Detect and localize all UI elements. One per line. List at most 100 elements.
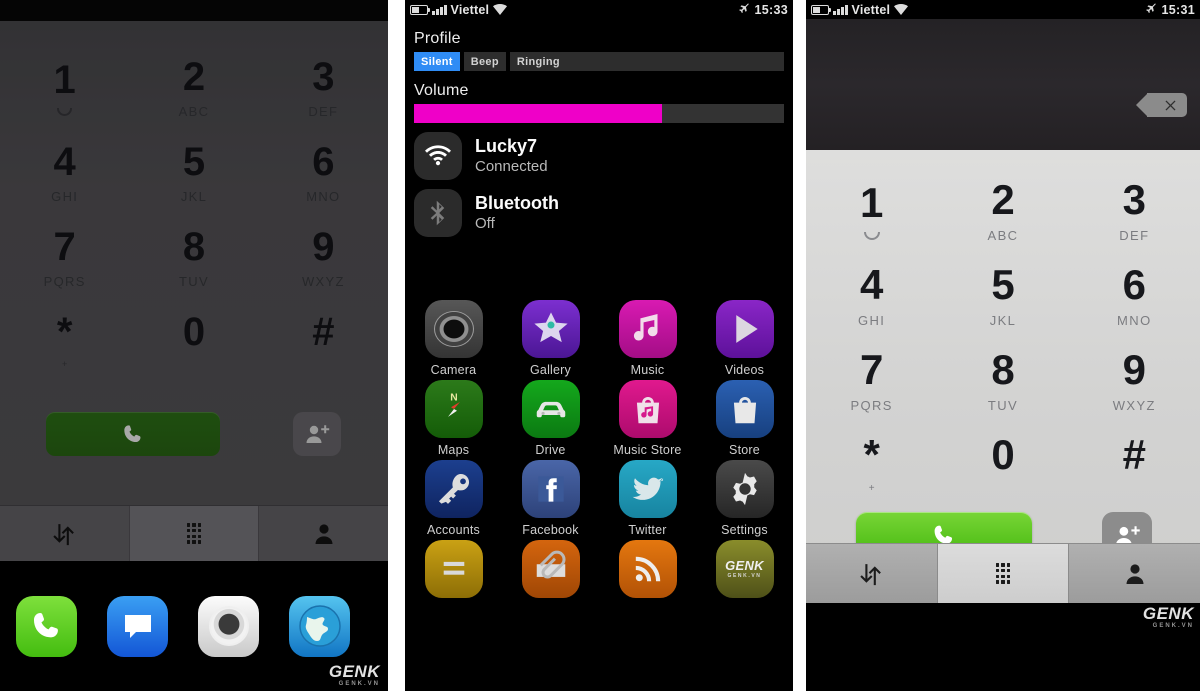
dock-item-messages[interactable]: [107, 595, 168, 657]
add-contact-button[interactable]: [293, 412, 341, 456]
quick-toggles: Lucky7 Connected Bluetooth Off: [405, 123, 793, 237]
app-label: Drive: [535, 443, 566, 457]
app-paperclip[interactable]: [502, 540, 599, 603]
profile-option-silent[interactable]: Silent: [414, 52, 460, 71]
key-star[interactable]: * +: [806, 423, 937, 508]
tab-contacts[interactable]: [259, 506, 388, 561]
app-music[interactable]: Music: [599, 300, 696, 377]
app-maps[interactable]: N Maps: [405, 380, 502, 457]
app-videos[interactable]: Videos: [696, 300, 793, 377]
app-icon-tile: [618, 300, 677, 358]
key-3[interactable]: 3 DEF: [1069, 168, 1200, 253]
key-4[interactable]: 4 GHI: [806, 253, 937, 338]
app-facebook[interactable]: Facebook: [502, 460, 599, 537]
app-rss[interactable]: [599, 540, 696, 603]
profile-heading: Profile: [414, 30, 461, 47]
backspace-button[interactable]: [1136, 93, 1187, 117]
key-8[interactable]: 8 TUV: [129, 215, 258, 300]
voicemail-icon: [863, 231, 880, 240]
app-camera[interactable]: Camera: [405, 300, 502, 377]
toggle-text: Lucky7 Connected: [475, 136, 548, 176]
dock-item-phone[interactable]: [16, 595, 77, 657]
app-label: Maps: [437, 443, 470, 457]
toggle-status: Connected: [475, 157, 548, 175]
right-tab-bar[interactable]: [806, 543, 1200, 603]
backspace-icon: [1164, 99, 1176, 111]
tab-keypad[interactable]: [129, 506, 260, 561]
app-twitter[interactable]: Twitter: [599, 460, 696, 537]
panel-dialer-bright: Viettel 15:31 1 2 ABC 3 DEF 4 GHI 5 JKL 6 MNO 7 PQRS…: [806, 0, 1200, 691]
left-keypad-grid[interactable]: 1 2 ABC 3 DEF 4 GHI 5 JKL 6 MNO 7 PQRS 8 TUV 9 WXYZ * +0 #: [0, 45, 388, 385]
globe-icon: [298, 605, 341, 647]
tab-call-log[interactable]: [0, 506, 130, 561]
app-genk[interactable]: GENK GENK.VN: [696, 540, 793, 603]
volume-slider[interactable]: [414, 104, 784, 123]
key-digit: *: [863, 431, 880, 478]
key-letters: DEF: [1119, 228, 1150, 243]
key-1[interactable]: 1: [806, 168, 937, 253]
app-settings[interactable]: Settings: [696, 460, 793, 537]
app-icon-tile: [715, 380, 774, 438]
app-icon-tile: [521, 540, 580, 598]
right-keypad-area: 1 2 ABC 3 DEF 4 GHI 5 JKL 6 MNO 7 PQRS 8 TUV 9 WXYZ * +0 #: [806, 150, 1200, 562]
call-button[interactable]: [46, 412, 220, 456]
key-4[interactable]: 4 GHI: [0, 130, 129, 215]
key-8[interactable]: 8 TUV: [937, 338, 1068, 423]
app-grid[interactable]: Camera Gallery Music Videos N Maps Drive Mus…: [405, 300, 793, 603]
key-hash[interactable]: #: [1069, 423, 1200, 508]
key-letters: GHI: [858, 313, 886, 328]
key-9[interactable]: 9 WXYZ: [1069, 338, 1200, 423]
app-store[interactable]: Store: [696, 380, 793, 457]
key-hash[interactable]: #: [259, 300, 388, 385]
profile-segmented-control[interactable]: Silent Beep Ringing: [414, 52, 784, 71]
key-2[interactable]: 2 ABC: [129, 45, 258, 130]
tab-call-log[interactable]: [806, 544, 938, 603]
key-9[interactable]: 9 WXYZ: [259, 215, 388, 300]
key-3[interactable]: 3 DEF: [259, 45, 388, 130]
dock-item-camera[interactable]: [198, 595, 259, 657]
profile-option-beep[interactable]: Beep: [463, 52, 506, 71]
wifi-icon: [493, 4, 508, 15]
contacts-icon: [1126, 563, 1144, 584]
key-digit: 8: [991, 346, 1015, 393]
app-drive[interactable]: Drive: [502, 380, 599, 457]
panel-control-center: Viettel 15:33 Profile Silent Beep Ringing …: [405, 0, 793, 691]
app-label: Gallery: [530, 363, 571, 377]
app-icon-tile: [618, 460, 677, 518]
key-5[interactable]: 5 JKL: [937, 253, 1068, 338]
key-1[interactable]: 1: [0, 45, 129, 130]
tab-keypad[interactable]: [937, 544, 1070, 603]
key-0[interactable]: 0: [937, 423, 1068, 508]
key-digit: 2: [991, 176, 1015, 223]
phone-number-field[interactable]: [806, 19, 1200, 150]
key-7[interactable]: 7 PQRS: [806, 338, 937, 423]
key-letters: DEF: [308, 104, 339, 119]
app-icon-tile: GENK GENK.VN: [715, 540, 774, 598]
key-digit: 7: [859, 346, 884, 393]
app-music-store[interactable]: Music Store: [599, 380, 696, 457]
toggle-wifi[interactable]: Lucky7 Connected: [405, 123, 793, 180]
key-digit: #: [1122, 431, 1146, 478]
keypad-icon: [186, 523, 202, 544]
right-keypad-grid[interactable]: 1 2 ABC 3 DEF 4 GHI 5 JKL 6 MNO 7 PQRS 8 TUV 9 WXYZ * +0 #: [806, 168, 1200, 508]
key-5[interactable]: 5 JKL: [129, 130, 258, 215]
dock-item-browser[interactable]: [289, 595, 350, 657]
app-accounts[interactable]: Accounts: [405, 460, 502, 537]
key-2[interactable]: 2 ABC: [937, 168, 1068, 253]
toggle-bluetooth[interactable]: Bluetooth Off: [405, 180, 793, 237]
key-6[interactable]: 6 MNO: [1069, 253, 1200, 338]
tab-contacts[interactable]: [1069, 544, 1200, 603]
app-label: Accounts: [426, 523, 481, 537]
profile-option-ringing[interactable]: Ringing: [509, 52, 784, 71]
key-0[interactable]: 0: [129, 300, 258, 385]
app-gallery[interactable]: Gallery: [502, 300, 599, 377]
svg-text:N: N: [450, 392, 457, 403]
paperclip-icon: [536, 550, 566, 579]
app-icon-tile: [521, 300, 580, 358]
key-7[interactable]: 7 PQRS: [0, 215, 129, 300]
panel-gap-2: [793, 0, 806, 691]
app-notes[interactable]: [405, 540, 502, 603]
key-6[interactable]: 6 MNO: [259, 130, 388, 215]
key-star[interactable]: * +: [0, 300, 129, 385]
left-tab-bar[interactable]: [0, 505, 388, 561]
